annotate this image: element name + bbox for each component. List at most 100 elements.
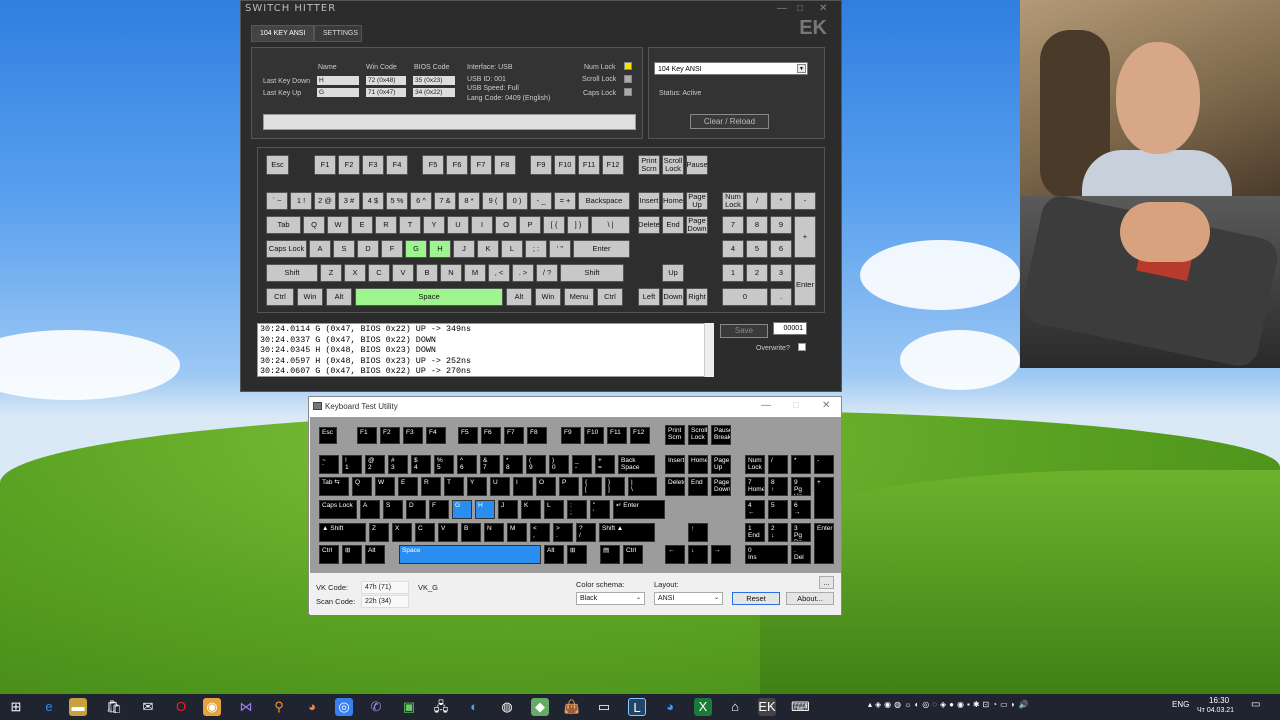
opera-icon[interactable]: O: [172, 698, 190, 716]
key-r1-2[interactable]: @ 2: [365, 455, 385, 474]
key-r1-5[interactable]: % 5: [434, 455, 454, 474]
key-r1-8[interactable]: * 8: [503, 455, 523, 474]
chrome-icon[interactable]: ◕: [303, 698, 321, 716]
key-nav-1[interactable]: Home: [662, 192, 684, 210]
notification-icon[interactable]: ▭: [1251, 699, 1260, 710]
store-icon[interactable]: 🛍: [105, 698, 123, 716]
shopping-bag-icon[interactable]: 👜: [563, 698, 581, 716]
key-r2-0[interactable]: Tab: [266, 216, 301, 234]
key-r3-6[interactable]: H: [475, 500, 495, 519]
key-f10[interactable]: F10: [584, 427, 604, 444]
key-num-3[interactable]: -: [814, 455, 834, 474]
tab-104-key-ansi[interactable]: 104 KEY ANSI: [251, 25, 314, 42]
key-r2-6[interactable]: Y: [467, 477, 487, 496]
key-r1-6[interactable]: ^ 6: [457, 455, 477, 474]
key-r2-8[interactable]: I: [513, 477, 533, 496]
key-nav-1[interactable]: Home: [688, 455, 708, 474]
key-r4-4[interactable]: V: [438, 523, 458, 542]
key-r2-13[interactable]: \ |: [591, 216, 630, 234]
key-r1-8[interactable]: 8 *: [458, 192, 480, 210]
minimize-button[interactable]: —: [777, 3, 787, 14]
key-nav-7[interactable]: Left: [638, 288, 660, 306]
minimize-button[interactable]: —: [761, 400, 771, 411]
excel-icon[interactable]: X: [694, 698, 712, 716]
search-icon[interactable]: ⚲: [270, 698, 288, 716]
key-r3-4[interactable]: F: [429, 500, 449, 519]
key-r1-9[interactable]: ( 9: [526, 455, 546, 474]
key-r1-3[interactable]: 3 #: [338, 192, 360, 210]
key-r4-1[interactable]: Z: [320, 264, 342, 282]
obs-icon[interactable]: ◍: [498, 698, 516, 716]
key-r4-8[interactable]: , <: [488, 264, 510, 282]
key-r2-6[interactable]: Y: [423, 216, 445, 234]
key-r3-0[interactable]: Caps Lock: [266, 240, 307, 258]
layout-select[interactable]: ANSI ⌄: [654, 592, 723, 605]
key-r3-6[interactable]: H: [429, 240, 451, 258]
key-nav-5[interactable]: Page Down: [686, 216, 708, 234]
key-num-15[interactable]: 0: [722, 288, 768, 306]
key-r5-6[interactable]: Menu: [564, 288, 594, 306]
key-nav-3[interactable]: Delete: [665, 477, 685, 496]
overwrite-checkbox[interactable]: [798, 343, 806, 351]
key-r2-9[interactable]: O: [495, 216, 517, 234]
key-num-4[interactable]: 7: [722, 216, 744, 234]
key-r4-9[interactable]: . >: [512, 264, 534, 282]
key-r2-4[interactable]: R: [375, 216, 397, 234]
key-num-0[interactable]: Num Lock: [722, 192, 744, 210]
key-num-2[interactable]: *: [791, 455, 811, 474]
key-r5-0[interactable]: Ctrl: [319, 545, 339, 564]
key-f3[interactable]: F3: [362, 155, 384, 175]
key-r2-0[interactable]: Tab ⇆: [319, 477, 349, 496]
key-num-12[interactable]: 2 ↓: [768, 523, 788, 542]
key-r3-3[interactable]: D: [357, 240, 379, 258]
key-nav-2[interactable]: Page Up: [711, 455, 731, 474]
key-r2-12[interactable]: ] }: [567, 216, 589, 234]
key-r4-3[interactable]: C: [368, 264, 390, 282]
key-r2-10[interactable]: P: [519, 216, 541, 234]
close-button[interactable]: ✕: [819, 3, 827, 14]
app-icon[interactable]: ◎: [335, 698, 353, 716]
key-nav-4[interactable]: End: [662, 216, 684, 234]
key-f7[interactable]: F7: [504, 427, 524, 444]
clock-time[interactable]: 16:30: [1209, 696, 1229, 705]
key-r4-5[interactable]: B: [416, 264, 438, 282]
key-r1-2[interactable]: 2 @: [314, 192, 336, 210]
key-r3-12[interactable]: ↵ Enter: [613, 500, 665, 519]
key-r5-4[interactable]: Alt: [506, 288, 532, 306]
key-r1-10[interactable]: 0 ): [506, 192, 528, 210]
key-scroll-lock[interactable]: Scroll Lock: [662, 155, 684, 175]
key-r5-3[interactable]: Space: [399, 545, 541, 564]
key-esc[interactable]: Esc: [319, 427, 337, 444]
key-f6[interactable]: F6: [481, 427, 501, 444]
key-num-12[interactable]: 2: [746, 264, 768, 282]
key-num-13[interactable]: 3: [770, 264, 792, 282]
key-r1-6[interactable]: 6 ^: [410, 192, 432, 210]
key-f5[interactable]: F5: [458, 427, 478, 444]
key-r5-7[interactable]: Ctrl: [623, 545, 643, 564]
key-r2-10[interactable]: P: [559, 477, 579, 496]
key-f10[interactable]: F10: [554, 155, 576, 175]
key-num-14[interactable]: Enter: [814, 523, 834, 564]
key-r1-13[interactable]: Back Space: [618, 455, 655, 474]
key-f4[interactable]: F4: [426, 427, 446, 444]
app-l-icon[interactable]: L: [628, 698, 646, 716]
key-f6[interactable]: F6: [446, 155, 468, 175]
key-print-screen[interactable]: Print Scrn: [665, 425, 685, 445]
key-r4-0[interactable]: Shift: [266, 264, 318, 282]
key-r4-7[interactable]: M: [464, 264, 486, 282]
key-r2-2[interactable]: W: [327, 216, 349, 234]
key-r2-13[interactable]: | \: [628, 477, 657, 496]
key-r1-1[interactable]: 1 !: [290, 192, 312, 210]
key-nav-0[interactable]: Insert: [665, 455, 685, 474]
key-backspace[interactable]: Backspace: [578, 192, 630, 210]
key-r3-9[interactable]: L: [544, 500, 564, 519]
key-r1-11[interactable]: _ -: [572, 455, 592, 474]
key-r1-5[interactable]: 5 %: [386, 192, 408, 210]
key-nav-9[interactable]: Right: [686, 288, 708, 306]
close-button[interactable]: ✕: [822, 400, 830, 411]
key-r4-1[interactable]: Z: [369, 523, 389, 542]
key-nav-9[interactable]: →: [711, 545, 731, 564]
key-r2-8[interactable]: I: [471, 216, 493, 234]
network-icon[interactable]: 🖧: [432, 698, 450, 716]
key-r3-10[interactable]: : ;: [567, 500, 587, 519]
